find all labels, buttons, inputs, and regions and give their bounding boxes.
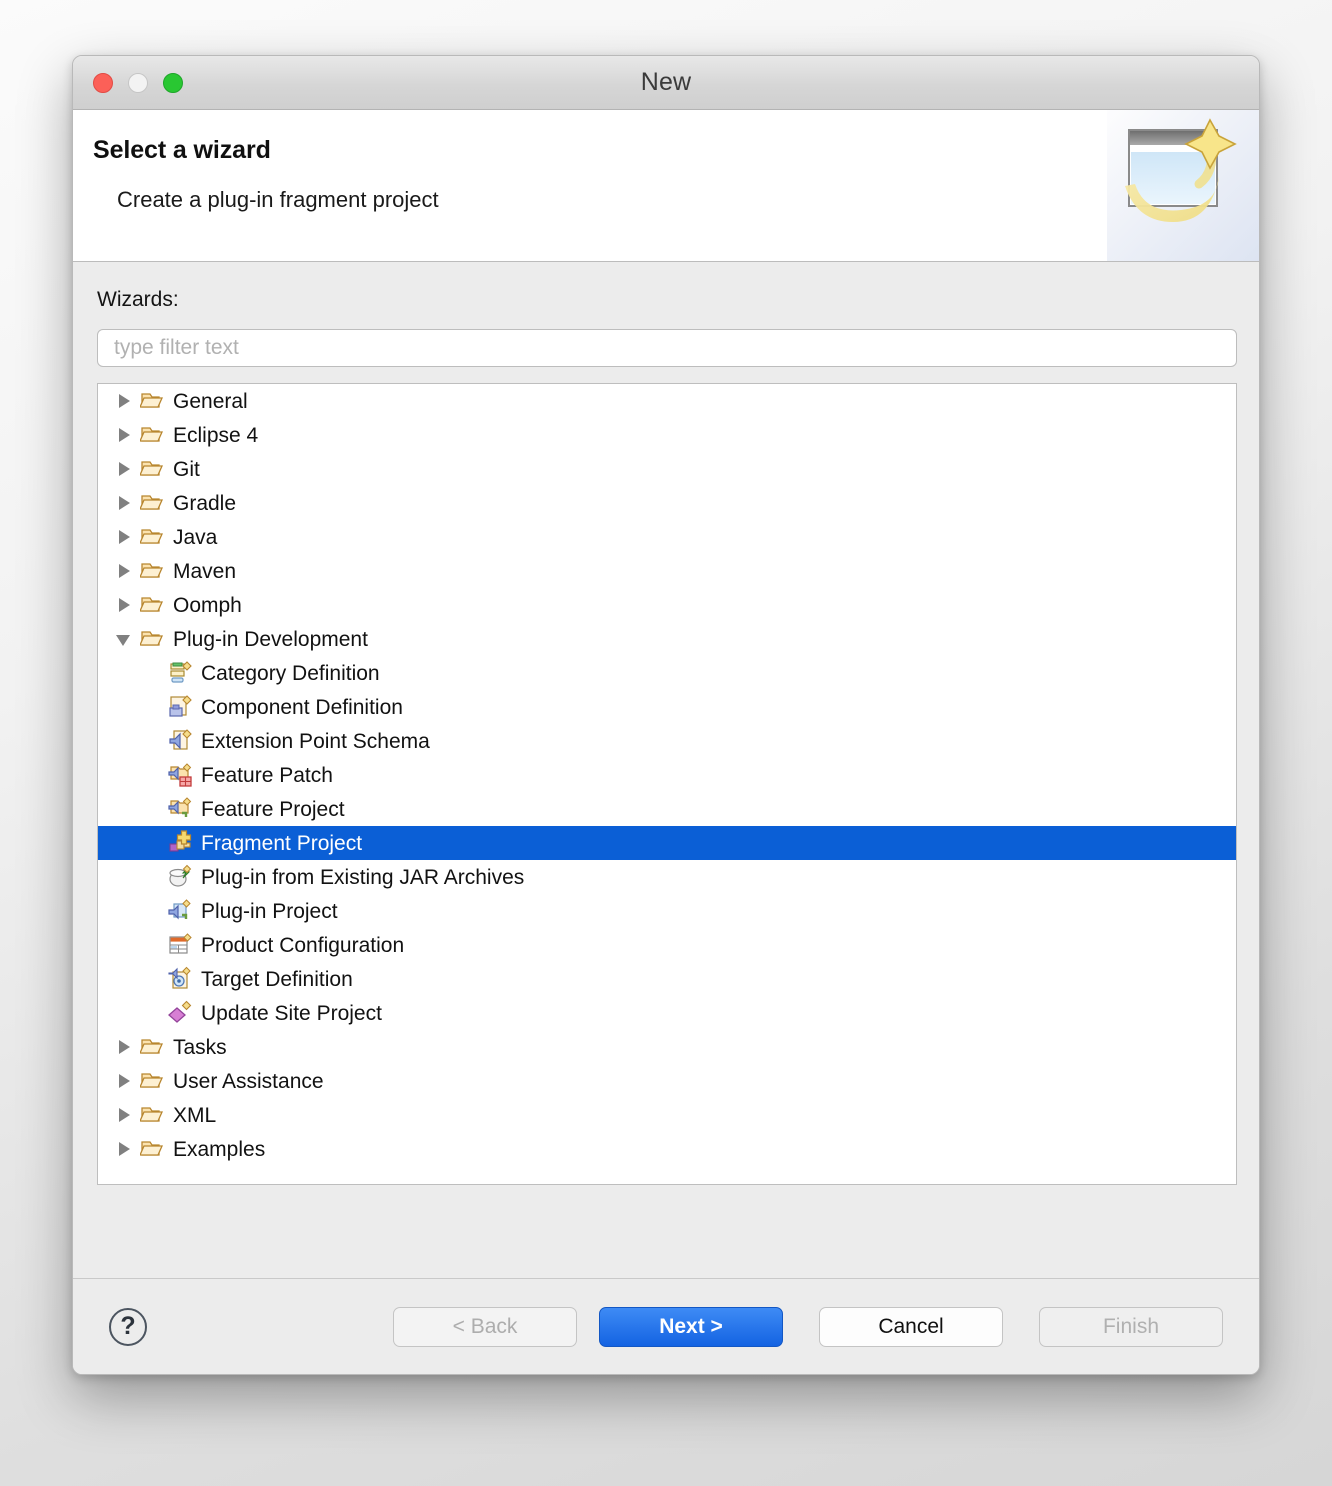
page-subtitle: Create a plug-in fragment project bbox=[117, 187, 439, 212]
tree-row-label: Plug-in Development bbox=[173, 627, 368, 651]
tree-row[interactable]: Plug-in Development bbox=[98, 622, 1236, 656]
chevron-right-icon[interactable] bbox=[114, 1138, 136, 1160]
folder-icon bbox=[140, 524, 166, 550]
tree-row-label: Component Definition bbox=[201, 695, 403, 719]
tree-row[interactable]: Target Definition bbox=[98, 962, 1236, 996]
tree-row[interactable]: Maven bbox=[98, 554, 1236, 588]
chevron-right-icon[interactable] bbox=[114, 458, 136, 480]
tree-row[interactable]: Category Definition bbox=[98, 656, 1236, 690]
finish-button[interactable]: Finish bbox=[1039, 1306, 1223, 1347]
folder-icon bbox=[140, 1102, 166, 1128]
chevron-right-icon[interactable] bbox=[114, 1104, 136, 1126]
tree-row[interactable]: Gradle bbox=[98, 486, 1236, 520]
next-button[interactable]: Next > bbox=[599, 1306, 783, 1347]
tree-row-label: Gradle bbox=[173, 491, 237, 515]
category-definition-icon bbox=[168, 660, 194, 686]
chevron-right-icon[interactable] bbox=[114, 390, 136, 412]
tree-row-label: Feature Project bbox=[201, 797, 345, 821]
tree-row-label: Fragment Project bbox=[201, 831, 363, 855]
tree-row[interactable]: Oomph bbox=[98, 588, 1236, 622]
wizards-label: Wizards: bbox=[97, 288, 179, 311]
wizard-header: Select a wizard Create a plug-in fragmen… bbox=[73, 110, 1259, 262]
product-configuration-icon bbox=[168, 932, 194, 958]
tree-row[interactable]: Update Site Project bbox=[98, 996, 1236, 1030]
tree-row-label: XML bbox=[173, 1103, 217, 1127]
folder-icon bbox=[140, 592, 166, 618]
dialog-footer: ? < Back Next > Cancel Finish bbox=[73, 1278, 1259, 1374]
chevron-right-icon[interactable] bbox=[114, 1036, 136, 1058]
tree-row[interactable]: Tasks bbox=[98, 1030, 1236, 1064]
wizard-window-sparkle-icon bbox=[1107, 110, 1259, 261]
chevron-right-icon[interactable] bbox=[114, 594, 136, 616]
feature-patch-icon bbox=[168, 762, 194, 788]
fragment-project-icon bbox=[168, 830, 194, 856]
filter-input[interactable] bbox=[97, 329, 1237, 367]
tree-row-label: Update Site Project bbox=[201, 1001, 382, 1025]
tree-row-label: Java bbox=[173, 525, 218, 549]
folder-icon bbox=[140, 558, 166, 584]
tree-row-selected[interactable]: Fragment Project bbox=[98, 826, 1236, 860]
target-definition-icon bbox=[168, 966, 194, 992]
tree-row[interactable]: Plug-in from Existing JAR Archives bbox=[98, 860, 1236, 894]
folder-icon bbox=[140, 456, 166, 482]
tree-row[interactable]: Product Configuration bbox=[98, 928, 1236, 962]
chevron-right-icon[interactable] bbox=[114, 1070, 136, 1092]
folder-icon bbox=[140, 422, 166, 448]
folder-icon bbox=[140, 1068, 166, 1094]
folder-icon bbox=[140, 490, 166, 516]
folder-icon bbox=[140, 1034, 166, 1060]
tree-row-label: User Assistance bbox=[173, 1069, 324, 1093]
chevron-right-icon[interactable] bbox=[114, 560, 136, 582]
back-button[interactable]: < Back bbox=[393, 1306, 577, 1347]
window-titlebar: New bbox=[73, 56, 1259, 110]
plugin-from-jar-icon bbox=[168, 864, 194, 890]
tree-row-label: Target Definition bbox=[201, 967, 353, 991]
extension-point-schema-icon bbox=[168, 728, 194, 754]
update-site-project-icon bbox=[168, 1000, 194, 1026]
tree-row-label: Oomph bbox=[173, 593, 242, 617]
feature-project-icon bbox=[168, 796, 194, 822]
tree-row[interactable]: Extension Point Schema bbox=[98, 724, 1236, 758]
help-icon[interactable]: ? bbox=[109, 1307, 147, 1346]
page-title: Select a wizard bbox=[93, 136, 271, 164]
tree-row-label: Maven bbox=[173, 559, 237, 583]
tree-row[interactable]: General bbox=[98, 384, 1236, 418]
chevron-down-icon[interactable] bbox=[114, 628, 136, 650]
tree-row-label: Tasks bbox=[173, 1035, 227, 1059]
tree-row[interactable]: Feature Project bbox=[98, 792, 1236, 826]
new-wizard-dialog: New Select a wizard Create a plug-in fra… bbox=[72, 55, 1260, 1375]
folder-icon bbox=[140, 626, 166, 652]
folder-icon bbox=[140, 1136, 166, 1162]
cancel-button[interactable]: Cancel bbox=[819, 1306, 1003, 1347]
tree-row[interactable]: Java bbox=[98, 520, 1236, 554]
window-title: New bbox=[640, 68, 692, 96]
wizard-body: Wizards: General Eclipse 4 Git Gradle Java Ma… bbox=[73, 262, 1259, 1374]
tree-row-label: Plug-in Project bbox=[201, 899, 338, 923]
tree-row[interactable]: XML bbox=[98, 1098, 1236, 1132]
tree-row-label: Extension Point Schema bbox=[201, 729, 430, 753]
chevron-right-icon[interactable] bbox=[114, 526, 136, 548]
tree-row[interactable]: Component Definition bbox=[98, 690, 1236, 724]
tree-row[interactable]: Plug-in Project bbox=[98, 894, 1236, 928]
tree-row[interactable]: Feature Patch bbox=[98, 758, 1236, 792]
tree-row[interactable]: Eclipse 4 bbox=[98, 418, 1236, 452]
folder-icon bbox=[140, 388, 166, 414]
tree-row-label: Eclipse 4 bbox=[173, 423, 259, 447]
tree-row-label: Feature Patch bbox=[201, 763, 333, 787]
tree-row-label: Examples bbox=[173, 1137, 266, 1161]
chevron-right-icon[interactable] bbox=[114, 424, 136, 446]
tree-row[interactable]: Git bbox=[98, 452, 1236, 486]
component-definition-icon bbox=[168, 694, 194, 720]
wizard-tree[interactable]: General Eclipse 4 Git Gradle Java Maven Oomph P… bbox=[97, 383, 1237, 1185]
tree-row[interactable]: Examples bbox=[98, 1132, 1236, 1166]
tree-row-label: Category Definition bbox=[201, 661, 380, 685]
chevron-right-icon[interactable] bbox=[114, 492, 136, 514]
plugin-project-icon bbox=[168, 898, 194, 924]
tree-row[interactable]: User Assistance bbox=[98, 1064, 1236, 1098]
tree-row-label: Git bbox=[173, 457, 200, 481]
tree-row-label: Plug-in from Existing JAR Archives bbox=[201, 865, 525, 889]
tree-row-label: General bbox=[173, 389, 248, 413]
tree-row-label: Product Configuration bbox=[201, 933, 405, 957]
